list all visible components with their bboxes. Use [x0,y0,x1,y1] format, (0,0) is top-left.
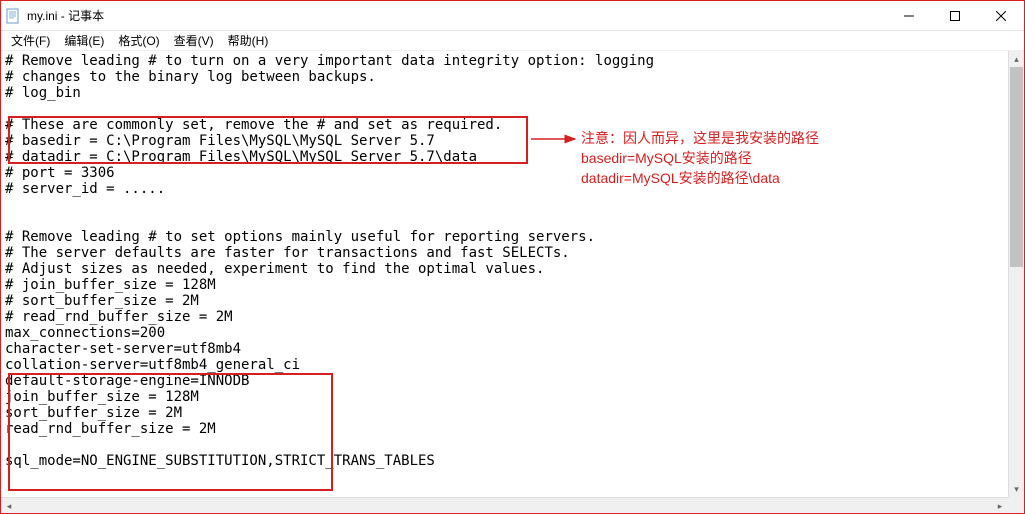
minimize-button[interactable] [886,1,932,30]
close-button[interactable] [978,1,1024,30]
editor-text[interactable]: # Remove leading # to turn on a very imp… [1,51,1024,471]
menubar: 文件(F) 编辑(E) 格式(O) 查看(V) 帮助(H) [1,31,1024,51]
annotation-line1: 注意：因人而异，这里是我安装的路径 [581,128,819,148]
annotation-line3: datadir=MySQL安装的路径\data [581,168,819,188]
vertical-scrollbar[interactable] [1008,51,1024,497]
maximize-button[interactable] [932,1,978,30]
menu-file[interactable]: 文件(F) [5,30,56,51]
content-area: # Remove leading # to turn on a very imp… [1,51,1024,513]
annotation-note: 注意：因人而异，这里是我安装的路径 basedir=MySQL安装的路径 dat… [581,128,819,188]
app-icon [5,8,21,24]
annotation-line2: basedir=MySQL安装的路径 [581,148,819,168]
menu-view[interactable]: 查看(V) [168,30,220,51]
window-title: my.ini - 记事本 [27,7,886,24]
menu-edit[interactable]: 编辑(E) [58,30,110,51]
window-controls [886,1,1024,30]
horizontal-scrollbar[interactable] [1,497,1008,513]
scrollbar-corner [1008,497,1024,513]
titlebar: my.ini - 记事本 [1,1,1024,31]
vertical-scrollbar-thumb[interactable] [1010,67,1023,267]
menu-format[interactable]: 格式(O) [112,30,165,51]
menu-help[interactable]: 帮助(H) [222,30,275,51]
